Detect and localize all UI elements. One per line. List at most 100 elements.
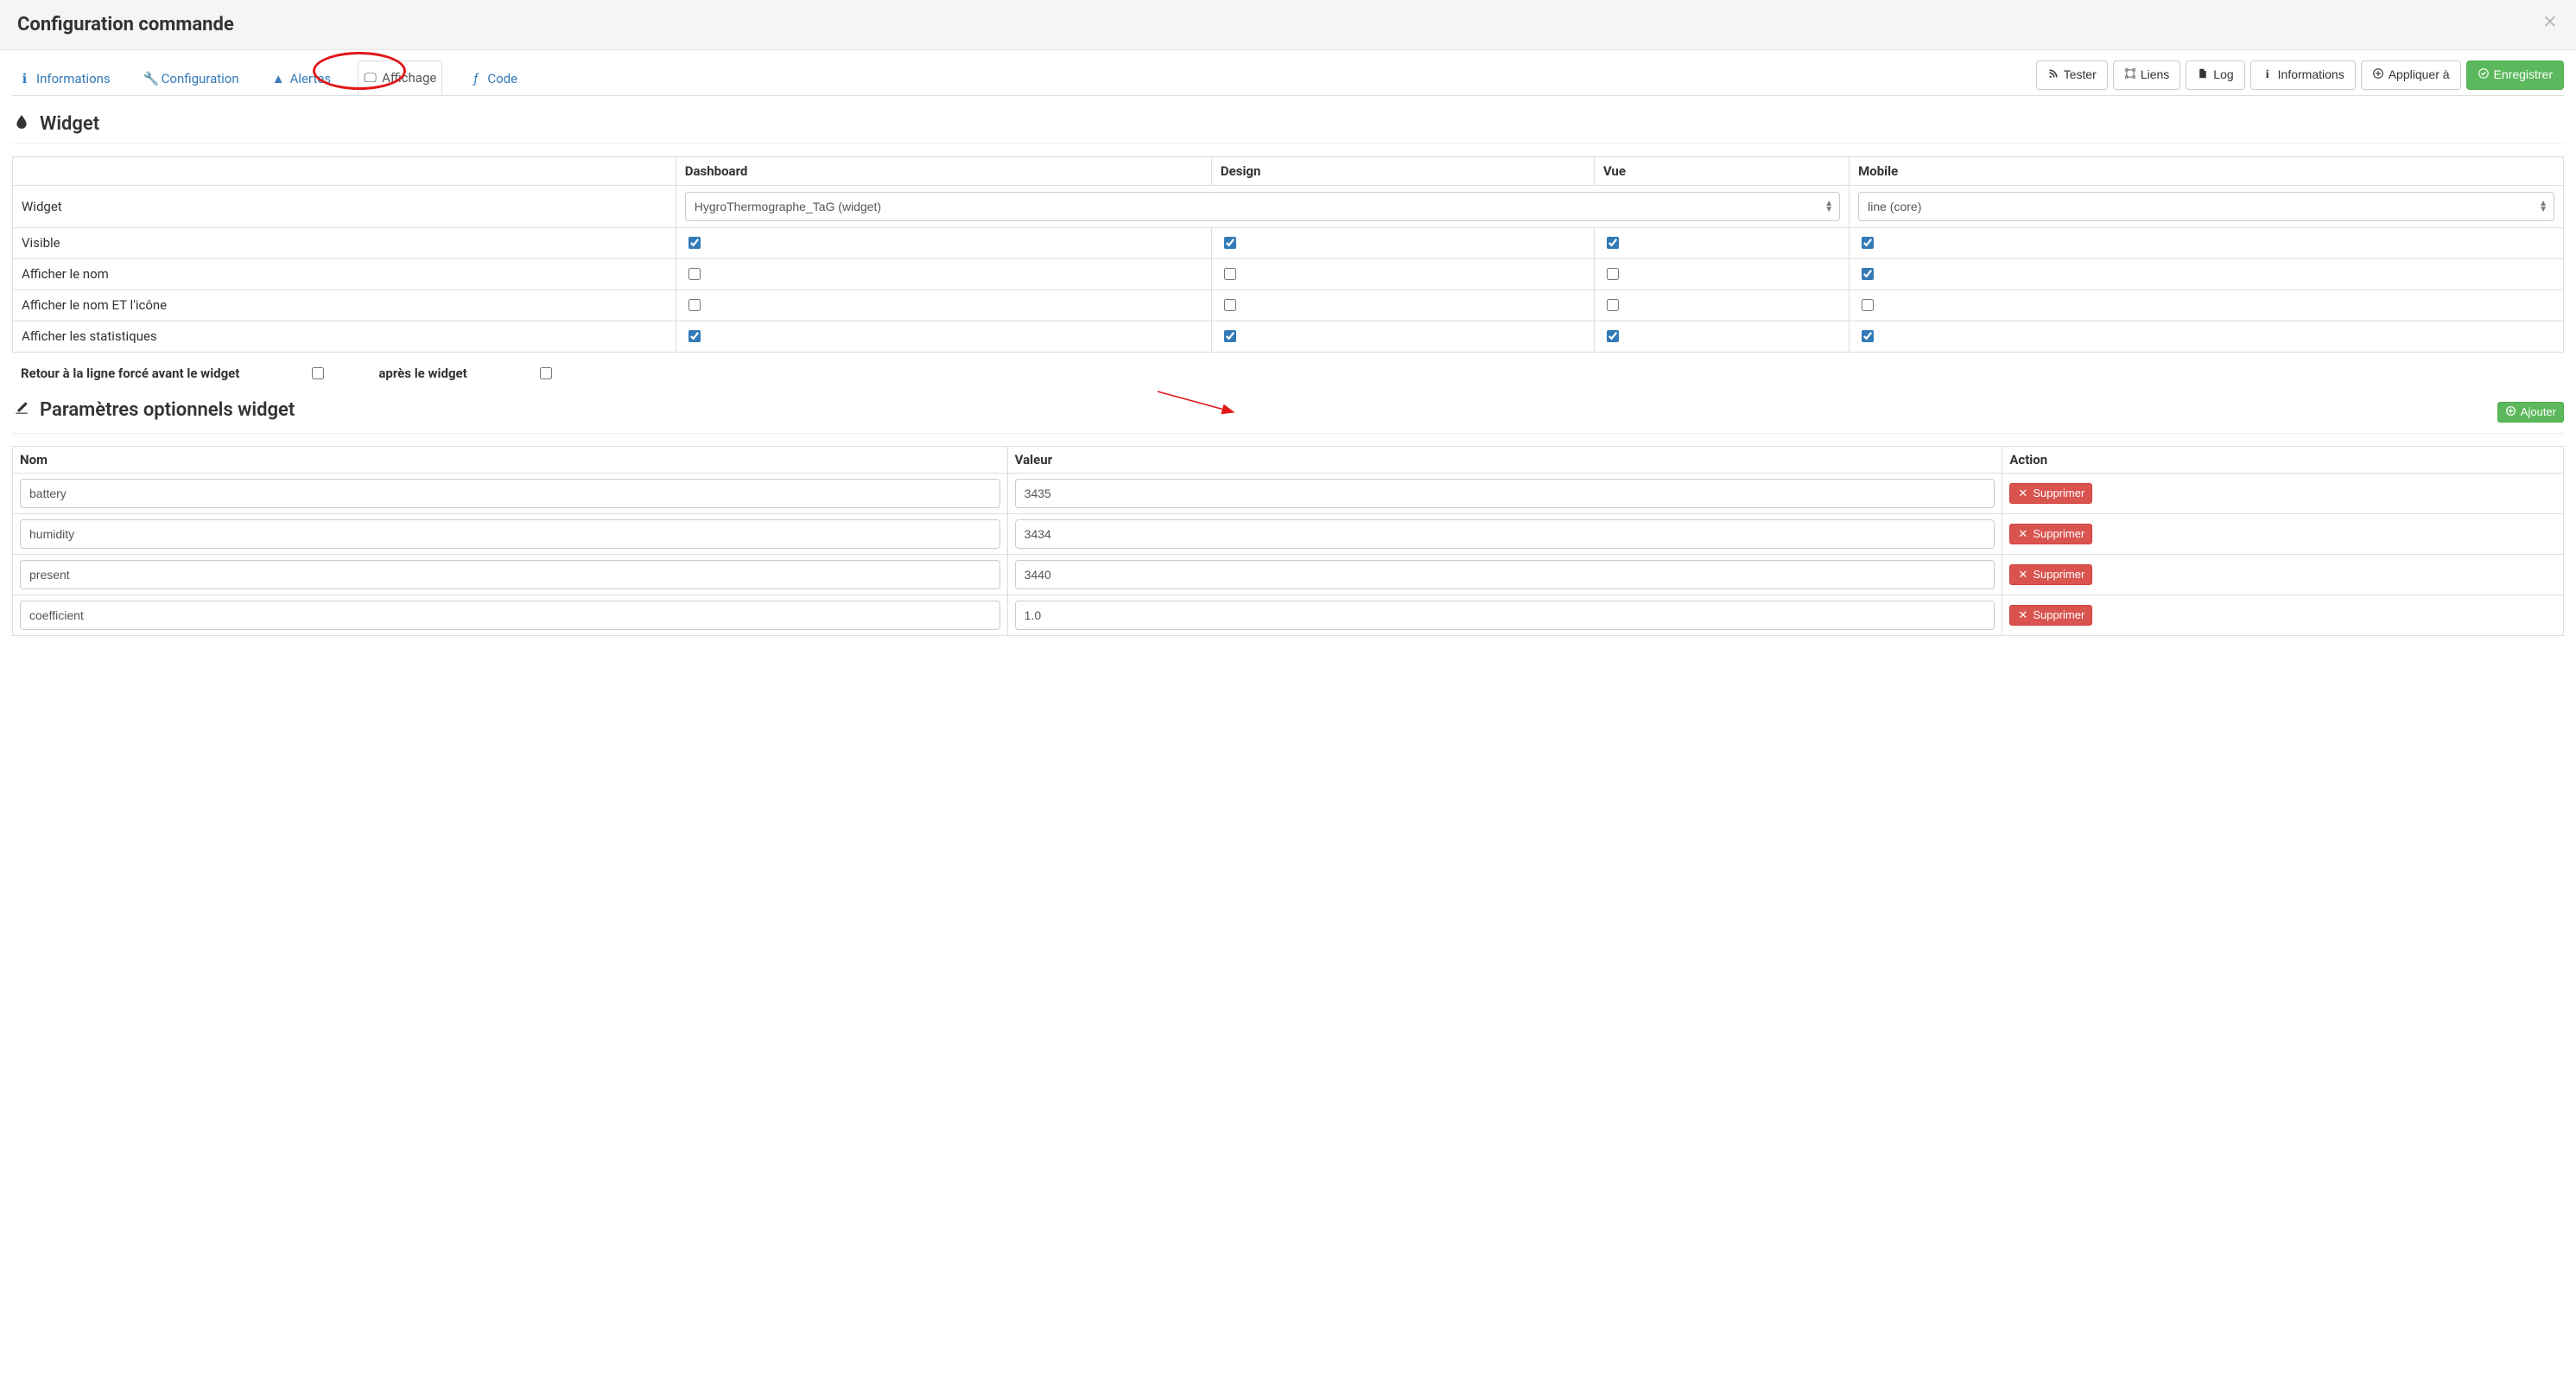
tint-icon [12, 113, 31, 135]
nomicone-design-checkbox[interactable] [1224, 299, 1236, 311]
nomicone-dashboard-checkbox[interactable] [688, 299, 701, 311]
times-icon: ✕ [2017, 567, 2028, 582]
info-icon: i [2262, 67, 2274, 84]
afficher-nom-row: Afficher le nom [13, 258, 2564, 289]
object-group-icon [2124, 67, 2136, 84]
linebreak-before-checkbox[interactable] [312, 367, 324, 379]
widget-dashboard-select[interactable]: HygroThermographe_TaG (widget) [685, 192, 1840, 221]
tab-label: Configuration [162, 71, 239, 86]
nom-design-checkbox[interactable] [1224, 268, 1236, 280]
supprimer-button[interactable]: ✕ Supprimer [2009, 605, 2092, 626]
param-name-input[interactable] [20, 560, 1000, 589]
tester-button[interactable]: Tester [2036, 60, 2108, 90]
appliquer-button[interactable]: Appliquer à [2361, 60, 2461, 90]
supprimer-button[interactable]: ✕ Supprimer [2009, 564, 2092, 585]
param-value-input[interactable] [1015, 601, 1995, 630]
log-button[interactable]: Log [2186, 60, 2244, 90]
visible-mobile-checkbox[interactable] [1862, 237, 1874, 249]
plus-circle-icon [2505, 404, 2516, 420]
nom-mobile-checkbox[interactable] [1862, 268, 1874, 280]
button-label: Supprimer [2033, 526, 2084, 542]
edit-icon [12, 399, 31, 421]
button-label: Supprimer [2033, 567, 2084, 582]
tab-informations[interactable]: ℹ Informations [12, 61, 117, 95]
param-name-input[interactable] [20, 601, 1000, 630]
tab-label: Alertes [290, 71, 331, 86]
modal-body: ℹ Informations 🔧 Configuration ▲ Alertes… [0, 50, 2576, 646]
visible-vue-checkbox[interactable] [1607, 237, 1619, 249]
wrench-icon: 🔧 [143, 71, 156, 86]
modal-header: Configuration commande × [0, 0, 2576, 50]
times-icon: ✕ [2017, 526, 2028, 542]
supprimer-button[interactable]: ✕ Supprimer [2009, 524, 2092, 544]
table-row: ✕ Supprimer [13, 473, 2564, 513]
check-circle-icon [2478, 67, 2490, 84]
button-label: Tester [2064, 67, 2097, 84]
row-label: Afficher les statistiques [13, 321, 676, 352]
button-label: Ajouter [2521, 404, 2556, 420]
action-toolbar: Tester Liens Log i Informations Applique… [2036, 60, 2564, 95]
button-label: Informations [2278, 67, 2344, 84]
nom-vue-checkbox[interactable] [1607, 268, 1619, 280]
param-name-input[interactable] [20, 479, 1000, 508]
param-value-input[interactable] [1015, 519, 1995, 549]
topbar: ℹ Informations 🔧 Configuration ▲ Alertes… [12, 60, 2564, 96]
param-value-input[interactable] [1015, 560, 1995, 589]
modal-title: Configuration commande [17, 14, 2559, 35]
tab-alertes[interactable]: ▲ Alertes [266, 61, 337, 95]
visible-row: Visible [13, 227, 2564, 258]
desktop-icon: 🖵 [364, 70, 377, 86]
button-label: Supprimer [2033, 486, 2084, 501]
widget-section-title: Widget [12, 113, 2564, 135]
divider [12, 143, 2564, 144]
section-title-text: Widget [40, 113, 99, 135]
supprimer-button[interactable]: ✕ Supprimer [2009, 483, 2092, 504]
ajouter-button[interactable]: Ajouter [2497, 402, 2564, 423]
table-row: ✕ Supprimer [13, 595, 2564, 635]
widget-row: Widget HygroThermographe_TaG (widget) ▲▼… [13, 185, 2564, 227]
button-label: Enregistrer [2494, 67, 2553, 84]
stats-mobile-checkbox[interactable] [1862, 330, 1874, 342]
close-icon[interactable]: × [2538, 9, 2562, 35]
col-header-vue: Vue [1594, 156, 1849, 185]
widget-mobile-select[interactable]: line (core) [1858, 192, 2554, 221]
param-value-input[interactable] [1015, 479, 1995, 508]
row-label: Afficher le nom ET l'icône [13, 289, 676, 321]
table-row: ✕ Supprimer [13, 554, 2564, 595]
tab-label: Informations [36, 71, 111, 86]
col-header-empty [13, 156, 676, 185]
nomicone-mobile-checkbox[interactable] [1862, 299, 1874, 311]
enregistrer-button[interactable]: Enregistrer [2466, 60, 2564, 90]
visible-design-checkbox[interactable] [1224, 237, 1236, 249]
times-icon: ✕ [2017, 607, 2028, 623]
section-title-text: Paramètres optionnels widget [40, 399, 295, 421]
row-label: Visible [13, 227, 676, 258]
warning-icon: ▲ [272, 71, 285, 86]
col-header-action: Action [2002, 446, 2564, 473]
file-icon [2197, 67, 2209, 84]
stats-dashboard-checkbox[interactable] [688, 330, 701, 342]
tab-label: Affichage [382, 70, 436, 86]
col-header-design: Design [1211, 156, 1594, 185]
linebreak-after-checkbox[interactable] [540, 367, 552, 379]
nom-dashboard-checkbox[interactable] [688, 268, 701, 280]
nomicone-vue-checkbox[interactable] [1607, 299, 1619, 311]
button-label: Supprimer [2033, 607, 2084, 623]
nav-tabs: ℹ Informations 🔧 Configuration ▲ Alertes… [12, 60, 523, 94]
stats-vue-checkbox[interactable] [1607, 330, 1619, 342]
tab-affichage[interactable]: 🖵 Affichage [358, 60, 442, 95]
visible-dashboard-checkbox[interactable] [688, 237, 701, 249]
col-header-value: Valeur [1007, 446, 2002, 473]
col-header-mobile: Mobile [1850, 156, 2564, 185]
col-header-name: Nom [13, 446, 1008, 473]
row-label: Widget [13, 185, 676, 227]
tab-code[interactable]: ƒ Code [463, 61, 523, 95]
table-row: ✕ Supprimer [13, 513, 2564, 554]
param-name-input[interactable] [20, 519, 1000, 549]
tab-configuration[interactable]: 🔧 Configuration [137, 61, 245, 95]
informations-button[interactable]: i Informations [2250, 60, 2356, 90]
liens-button[interactable]: Liens [2113, 60, 2180, 90]
stats-design-checkbox[interactable] [1224, 330, 1236, 342]
divider [12, 433, 2564, 434]
linebreak-row: Retour à la ligne forcé avant le widget … [12, 353, 2564, 382]
